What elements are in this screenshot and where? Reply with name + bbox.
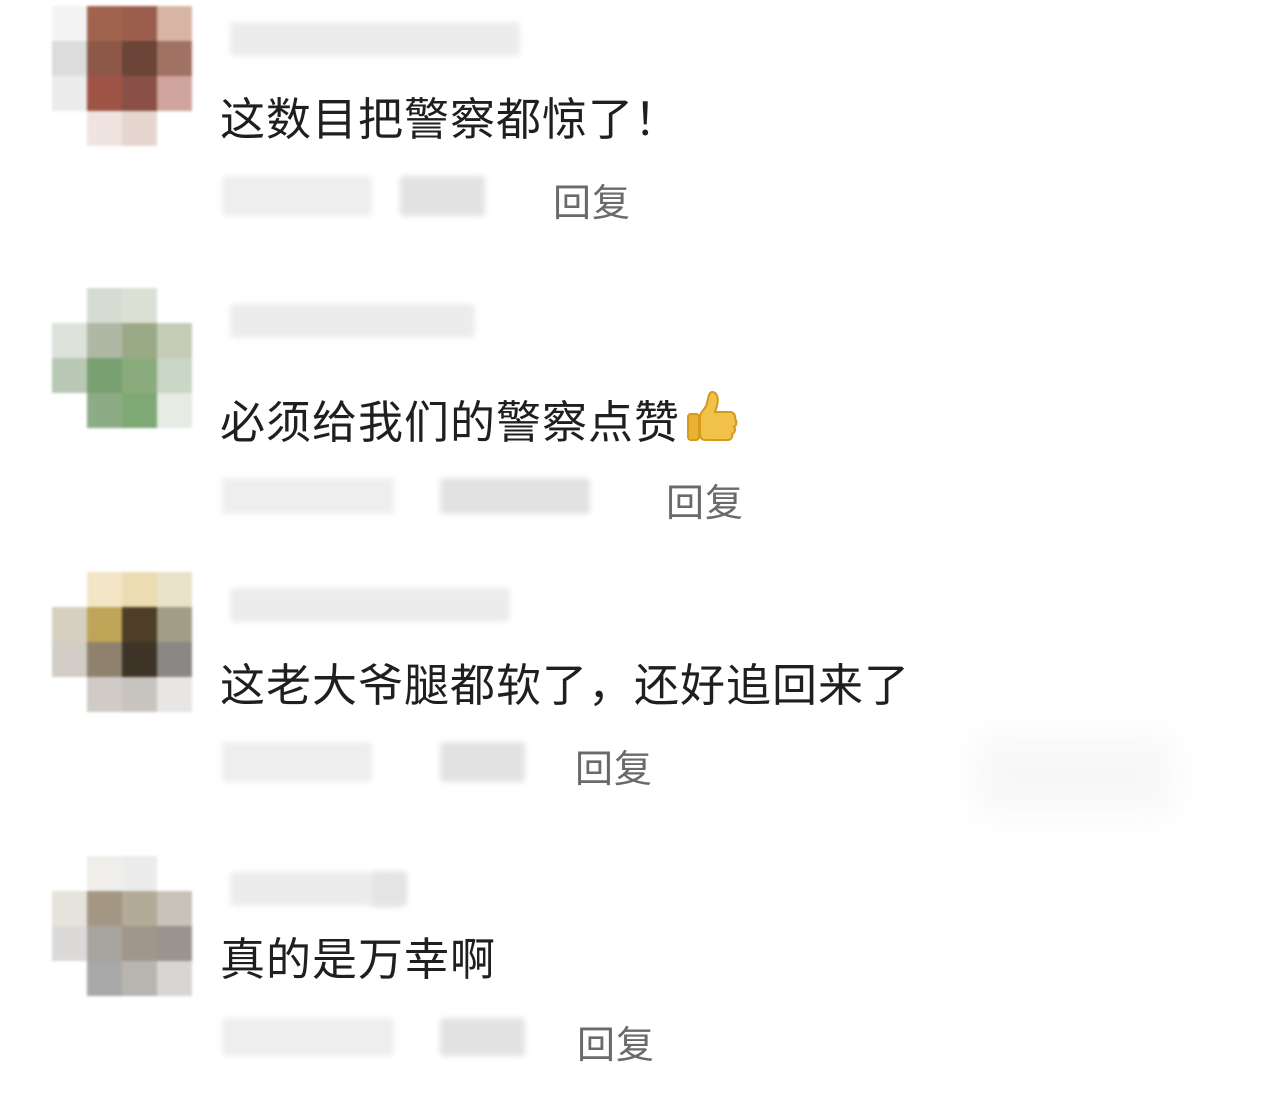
avatar-pixel	[52, 572, 87, 607]
thumbs-up-icon	[684, 388, 740, 457]
like-count-blurred	[440, 742, 525, 782]
avatar-pixel	[52, 76, 87, 111]
avatar-pixel	[157, 677, 192, 712]
avatar-pixel	[122, 856, 157, 891]
avatar-pixel	[87, 76, 122, 111]
avatar-pixel	[122, 358, 157, 393]
avatar-pixel	[122, 891, 157, 926]
avatar-pixel	[87, 288, 122, 323]
avatar-pixel	[122, 323, 157, 358]
timestamp-blurred	[222, 176, 372, 216]
reply-button[interactable]: 回复	[666, 472, 744, 527]
reply-button[interactable]: 回复	[575, 738, 653, 793]
avatar-pixel	[52, 607, 87, 642]
reply-button[interactable]: 回复	[553, 172, 631, 227]
avatar-pixel	[52, 288, 87, 323]
like-count-blurred	[400, 176, 485, 216]
avatar[interactable]	[52, 572, 192, 712]
avatar-pixel	[157, 6, 192, 41]
avatar-pixel	[122, 393, 157, 428]
avatar-pixel	[87, 323, 122, 358]
avatar-pixel	[52, 6, 87, 41]
avatar-pixel	[52, 642, 87, 677]
avatar-pixel	[157, 642, 192, 677]
avatar[interactable]	[52, 288, 192, 428]
like-count-blurred	[440, 1018, 525, 1056]
avatar-pixel	[87, 891, 122, 926]
avatar-pixel	[122, 572, 157, 607]
comment-text: 这老大爷腿都软了，还好追回来了	[220, 659, 911, 712]
avatar-pixel	[122, 41, 157, 76]
comment-text: 真的是万幸啊	[220, 933, 497, 986]
comment-text: 必须给我们的警察点赞	[220, 388, 740, 457]
avatar-pixel	[87, 358, 122, 393]
timestamp-blurred	[222, 742, 372, 782]
username-blurred	[230, 304, 475, 338]
timestamp-blurred	[222, 1018, 394, 1056]
comment-item: 必须给我们的警察点赞 回复	[0, 282, 1280, 552]
avatar-pixel	[52, 891, 87, 926]
username-blurred	[230, 588, 510, 622]
avatar-pixel	[87, 111, 122, 146]
avatar-pixel	[157, 323, 192, 358]
username-blurred	[230, 22, 520, 56]
avatar-pixel	[87, 926, 122, 961]
avatar-pixel	[122, 288, 157, 323]
avatar-pixel	[52, 393, 87, 428]
comment-list-page: { "comments": [ { "text": "这数目把警察都惊了！", …	[0, 0, 1280, 1086]
comment-item: 这数目把警察都惊了！ 回复	[0, 0, 1280, 270]
avatar-pixel	[52, 961, 87, 996]
avatar-pixel	[87, 607, 122, 642]
avatar-pixel	[122, 6, 157, 41]
avatar-pixel	[157, 358, 192, 393]
avatar-pixel	[122, 76, 157, 111]
avatar-pixel	[87, 41, 122, 76]
background-blur-patch	[975, 735, 1175, 815]
avatar-pixel	[87, 6, 122, 41]
username-blurred	[372, 872, 407, 906]
avatar-pixel	[157, 572, 192, 607]
timestamp-blurred	[222, 478, 394, 514]
reply-button[interactable]: 回复	[577, 1014, 655, 1069]
avatar-pixel	[122, 677, 157, 712]
avatar-pixel	[157, 607, 192, 642]
avatar-pixel	[157, 891, 192, 926]
avatar-pixel	[52, 41, 87, 76]
comment-text-body: 必须给我们的警察点赞	[220, 396, 681, 449]
avatar-pixel	[157, 926, 192, 961]
avatar-pixel	[157, 41, 192, 76]
avatar-pixel	[122, 642, 157, 677]
avatar-pixel	[157, 76, 192, 111]
avatar-pixel	[52, 926, 87, 961]
avatar-pixel	[87, 393, 122, 428]
avatar-pixel	[87, 642, 122, 677]
avatar[interactable]	[52, 6, 192, 146]
avatar-pixel	[157, 961, 192, 996]
avatar-pixel	[122, 961, 157, 996]
avatar-pixel	[122, 926, 157, 961]
avatar-pixel	[52, 111, 87, 146]
like-count-blurred	[440, 478, 590, 514]
avatar-pixel	[52, 677, 87, 712]
avatar-pixel	[52, 358, 87, 393]
avatar-pixel	[157, 856, 192, 891]
avatar-pixel	[157, 288, 192, 323]
avatar[interactable]	[52, 856, 192, 996]
comment-text: 这数目把警察都惊了！	[220, 93, 681, 146]
avatar-pixel	[52, 856, 87, 891]
avatar-pixel	[122, 607, 157, 642]
comment-item: 真的是万幸啊 回复	[0, 850, 1280, 1120]
avatar-pixel	[157, 111, 192, 146]
avatar-pixel	[87, 572, 122, 607]
avatar-pixel	[122, 111, 157, 146]
avatar-pixel	[157, 393, 192, 428]
avatar-pixel	[87, 961, 122, 996]
avatar-pixel	[87, 677, 122, 712]
avatar-pixel	[87, 856, 122, 891]
avatar-pixel	[52, 323, 87, 358]
